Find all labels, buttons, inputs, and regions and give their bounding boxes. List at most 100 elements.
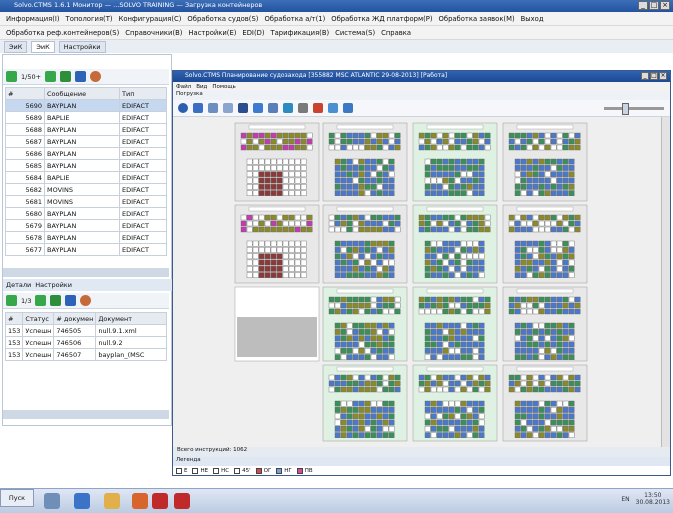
print-icon[interactable] (268, 103, 278, 113)
secondary-menu-item-3[interactable]: EDI(D) (242, 29, 264, 37)
column-header-message[interactable]: Сообщение (44, 87, 120, 100)
table-row[interactable]: 5677 BAYPLAN EDIFACT (5, 243, 167, 256)
info-icon[interactable] (178, 103, 188, 113)
legend-swatch[interactable] (213, 467, 220, 474)
upload-icon[interactable] (6, 71, 17, 82)
main-menu-item-5[interactable]: Обработка ЖД платформ(P) (331, 15, 432, 23)
list-view-icon[interactable] (193, 103, 203, 113)
bay-plan-canvas[interactable] (173, 117, 670, 447)
vertical-scrollbar[interactable] (661, 117, 670, 447)
secondary-menu-item-5[interactable]: Система(S) (335, 29, 375, 37)
table-row[interactable]: 5678 BAYPLAN EDIFACT (5, 231, 167, 244)
main-menu-item-1[interactable]: Топология(T) (66, 15, 113, 23)
tab-eik-2[interactable]: ЭиК (31, 40, 55, 53)
main-menu-item-4[interactable]: Обработка а/т(1) (264, 15, 325, 23)
filter-icon[interactable] (298, 103, 308, 113)
app-icon-2[interactable] (74, 493, 90, 509)
main-menu-item-6[interactable]: Обработка заявок(M) (439, 15, 515, 23)
legend-swatch[interactable] (255, 467, 262, 474)
minimize-button[interactable]: _ (638, 1, 648, 10)
column-header-id[interactable]: # (5, 87, 45, 100)
solvo-icon-2[interactable] (174, 493, 190, 509)
bay-menu-item-1[interactable]: Вид (196, 84, 207, 90)
bay-cell (544, 302, 551, 309)
secondary-menu-item-1[interactable]: Справочники(B) (125, 29, 182, 37)
secondary-menu-item-6[interactable]: Справка (381, 29, 411, 37)
close-button[interactable]: × (659, 72, 667, 80)
main-menu-item-3[interactable]: Обработка судов(S) (187, 15, 258, 23)
folder-icon[interactable] (104, 493, 120, 509)
bay-cell (382, 220, 389, 227)
tab-detail-settings[interactable]: Настройки (35, 281, 72, 289)
maximize-button[interactable]: □ (650, 72, 658, 80)
legend-swatch[interactable] (276, 467, 283, 474)
delete-icon[interactable] (313, 103, 323, 113)
tab-details[interactable]: Детали (6, 281, 31, 289)
zoom-slider-handle[interactable] (622, 102, 629, 115)
bay-cell (544, 322, 551, 329)
import-icon[interactable] (45, 71, 57, 82)
refresh-icon[interactable] (65, 295, 77, 306)
table-row[interactable]: 153 Успешн 746505 null.9.1.xml (4, 324, 167, 337)
export-icon[interactable] (283, 103, 293, 113)
stop-icon[interactable] (80, 295, 92, 306)
grid-view-icon[interactable] (208, 103, 218, 113)
bay-cell (424, 177, 431, 184)
column-header-document[interactable]: Документ (95, 312, 167, 325)
minimize-button[interactable]: _ (641, 72, 649, 80)
table-row[interactable]: 5681 MOVINS EDIFACT (5, 195, 167, 208)
column-header-docno[interactable]: # докумен (53, 312, 97, 325)
table-row[interactable]: 5680 BAYPLAN EDIFACT (5, 207, 167, 220)
table-row[interactable]: 5687 BAYPLAN EDIFACT (5, 135, 167, 148)
table-row[interactable]: 5686 BAYPLAN EDIFACT (5, 147, 167, 160)
legend-swatch[interactable] (192, 467, 199, 474)
main-menu-item-2[interactable]: Конфигурация(С) (119, 15, 182, 23)
browser-icon[interactable] (132, 493, 148, 509)
table-row[interactable]: 5688 BAYPLAN EDIFACT (5, 123, 167, 136)
layout-icon[interactable] (223, 103, 233, 113)
legend-swatch[interactable] (234, 467, 241, 474)
zoom-slider[interactable] (604, 102, 664, 115)
close-button[interactable]: × (660, 1, 670, 10)
secondary-menu-item-0[interactable]: Обработка реф.контейнеров(S) (6, 29, 119, 37)
horizontal-scrollbar[interactable] (3, 410, 169, 419)
bay-cell (520, 413, 527, 420)
tab-settings[interactable]: Настройки (58, 40, 106, 53)
table-row[interactable]: 5684 BAPLIE EDIFACT (5, 171, 167, 184)
arrow-left-icon[interactable] (50, 295, 62, 306)
table-row[interactable]: 5689 BAPLIE EDIFACT (5, 111, 167, 124)
legend-swatch[interactable] (176, 467, 182, 474)
secondary-menu-item-4[interactable]: Тарификация(B) (270, 29, 329, 37)
refresh-icon[interactable] (75, 71, 87, 82)
table-row[interactable]: 5685 BAYPLAN EDIFACT (5, 159, 167, 172)
secondary-menu-item-2[interactable]: Настройки(E) (188, 29, 236, 37)
settings-icon[interactable] (328, 103, 338, 113)
language-indicator[interactable]: EN (621, 496, 629, 503)
maximize-button[interactable]: □ (649, 1, 659, 10)
horizontal-scrollbar[interactable] (3, 268, 169, 277)
bay-menu-item-2[interactable]: Помощь (212, 84, 235, 90)
container-icon[interactable] (253, 103, 263, 113)
window-icon[interactable] (343, 103, 353, 113)
column-header-num[interactable]: # (4, 312, 24, 325)
bay-menu-item-0[interactable]: Файл (176, 84, 191, 90)
tab-eik-1[interactable]: ЭиК (4, 40, 28, 53)
upload-icon[interactable] (6, 295, 17, 306)
start-button[interactable]: Пуск (0, 489, 34, 507)
solvo-icon-1[interactable] (152, 493, 168, 509)
import-icon[interactable] (35, 295, 47, 306)
app-icon-1[interactable] (44, 493, 60, 509)
table-row[interactable]: 5679 BAYPLAN EDIFACT (5, 219, 167, 232)
ship-icon[interactable] (238, 103, 248, 113)
main-menu-item-7[interactable]: Выход (521, 15, 544, 23)
main-menu-item-0[interactable]: Информация(I) (6, 15, 60, 23)
arrow-left-icon[interactable] (60, 71, 72, 82)
table-row[interactable]: 153 Успешн 746507 bayplan_(MSC (4, 348, 167, 361)
table-row[interactable]: 5682 MOVINS EDIFACT (5, 183, 167, 196)
column-header-type[interactable]: Тип (119, 87, 167, 100)
column-header-status[interactable]: Статус (22, 312, 55, 325)
table-row[interactable]: 5690 BAYPLAN EDIFACT (5, 99, 167, 112)
table-row[interactable]: 153 Успешн 746506 null.9.2 (4, 336, 167, 349)
stop-icon[interactable] (90, 71, 102, 82)
legend-swatch[interactable] (296, 467, 303, 474)
